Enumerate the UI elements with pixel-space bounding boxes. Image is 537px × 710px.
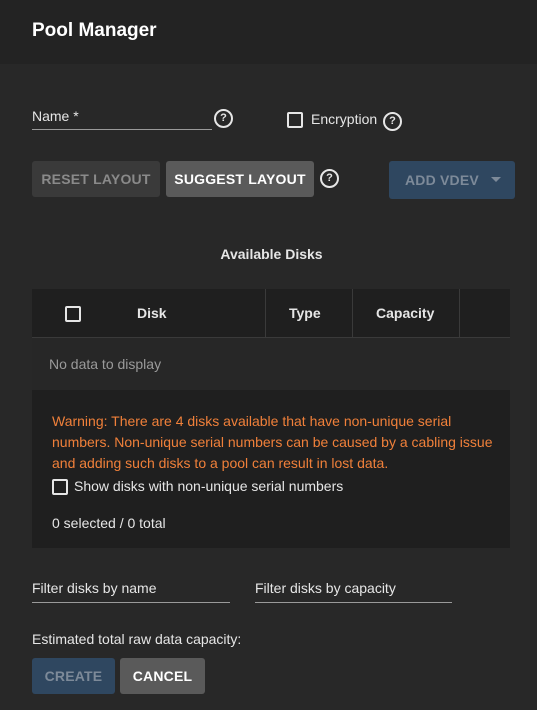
available-disks-table: Disk Type Capacity No data to display Wa…: [32, 289, 510, 548]
column-divider: [459, 289, 460, 337]
show-nonunique-label: Show disks with non-unique serial number…: [74, 478, 344, 494]
filter-capacity-placeholder: Filter disks by capacity: [255, 580, 396, 596]
selection-summary: 0 selected / 0 total: [52, 515, 166, 531]
layout-help-icon[interactable]: ?: [320, 169, 339, 188]
name-field[interactable]: [32, 129, 212, 130]
filter-capacity-input[interactable]: [255, 602, 452, 603]
dialog-header: Pool Manager: [0, 0, 537, 64]
table-header: Disk Type Capacity: [32, 289, 510, 338]
suggest-layout-button[interactable]: Suggest Layout: [166, 161, 314, 197]
add-vdev-label: Add Vdev: [405, 172, 479, 188]
name-field-label: Name *: [32, 108, 79, 124]
filter-name-input[interactable]: [32, 602, 230, 603]
name-help-icon[interactable]: ?: [214, 109, 233, 128]
create-button[interactable]: Create: [32, 658, 115, 694]
column-header-disk[interactable]: Disk: [137, 289, 167, 337]
encryption-help-icon[interactable]: ?: [383, 112, 402, 131]
cancel-button[interactable]: Cancel: [120, 658, 205, 694]
filter-name-placeholder: Filter disks by name: [32, 580, 157, 596]
column-divider: [265, 289, 266, 337]
available-disks-title: Available Disks: [220, 246, 323, 262]
empty-row: No data to display: [32, 338, 510, 390]
encryption-label: Encryption: [311, 111, 378, 127]
nonunique-serial-warning: Warning: There are 4 disks available tha…: [52, 413, 493, 471]
column-header-type[interactable]: Type: [289, 289, 321, 337]
show-nonunique-checkbox[interactable]: [52, 479, 68, 495]
dialog-title: Pool Manager: [32, 20, 157, 41]
add-vdev-button[interactable]: Add Vdev: [389, 161, 515, 199]
empty-message: No data to display: [49, 356, 162, 372]
column-divider: [352, 289, 353, 337]
estimated-capacity-label: Estimated total raw data capacity:: [32, 631, 242, 647]
chevron-down-icon[interactable]: [491, 177, 501, 182]
reset-layout-button[interactable]: Reset Layout: [32, 161, 160, 197]
encryption-checkbox[interactable]: [287, 112, 303, 128]
column-header-capacity[interactable]: Capacity: [376, 289, 434, 337]
select-all-checkbox[interactable]: [65, 306, 81, 322]
